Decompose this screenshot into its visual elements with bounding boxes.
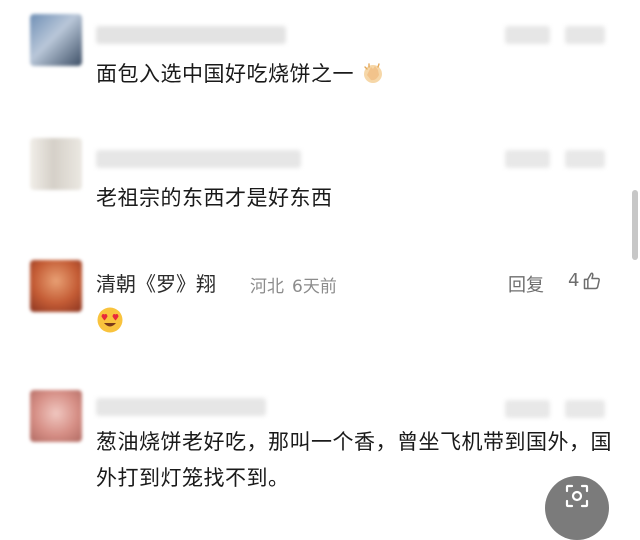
- heart-eyes-icon: [97, 307, 123, 333]
- username-blurred[interactable]: [96, 398, 266, 416]
- like-count: 4: [568, 270, 580, 291]
- comment-text: 葱油烧饼老好吃，那叫一个香，曾坐飞机带到国外，国外打到灯笼找不到。: [96, 430, 612, 490]
- like-blurred[interactable]: [565, 150, 605, 168]
- comment-text: 面包入选中国好吃烧饼之一: [96, 56, 616, 92]
- meta-blurred: [505, 150, 550, 168]
- clapping-hands-icon: [364, 63, 383, 83]
- like-blurred[interactable]: [565, 26, 605, 44]
- avatar[interactable]: [30, 390, 82, 442]
- meta-blurred: [505, 400, 550, 418]
- comment-text: 老祖宗的东西才是好东西: [96, 186, 333, 210]
- lens-icon: [565, 484, 589, 508]
- meta-blurred: [505, 26, 550, 44]
- reply-button[interactable]: 回复: [508, 271, 544, 297]
- comment-location: 河北: [250, 277, 284, 297]
- image-search-button[interactable]: [545, 476, 609, 540]
- username-blurred[interactable]: [96, 26, 286, 44]
- like-blurred[interactable]: [565, 400, 605, 418]
- avatar[interactable]: [30, 14, 82, 66]
- like-button[interactable]: 4: [568, 270, 602, 291]
- comment-time: 6天前: [292, 277, 337, 297]
- username[interactable]: 清朝《罗》翔: [96, 268, 216, 297]
- username-blurred[interactable]: [96, 150, 301, 168]
- scrollbar[interactable]: [632, 190, 638, 260]
- thumbs-up-icon: [584, 272, 601, 289]
- avatar[interactable]: [30, 138, 82, 190]
- avatar[interactable]: [30, 260, 82, 312]
